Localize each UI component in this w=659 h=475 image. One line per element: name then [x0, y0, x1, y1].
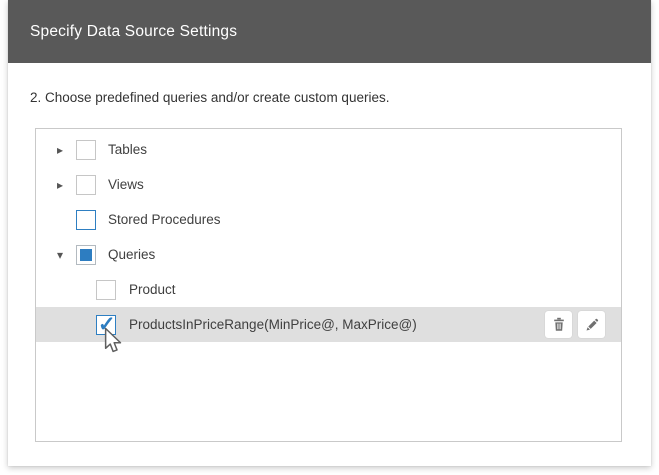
tree-row-views[interactable]: ▸ Views [36, 167, 621, 202]
checkbox[interactable] [76, 140, 96, 160]
checkbox[interactable] [96, 280, 116, 300]
tree-item-label: Tables [108, 142, 147, 157]
expander-collapsed-icon[interactable]: ▸ [50, 143, 70, 157]
tree-item-label: Stored Procedures [108, 212, 221, 227]
tree-item-label: ProductsInPriceRange(MinPrice@, MaxPrice… [129, 317, 417, 332]
tree-row-tables[interactable]: ▸ Tables [36, 132, 621, 167]
trash-icon [552, 317, 566, 332]
pencil-icon [585, 318, 599, 332]
dialog-title: Specify Data Source Settings [30, 23, 237, 41]
row-actions [545, 311, 605, 338]
screen: Specify Data Source Settings 2. Choose p… [0, 0, 659, 475]
expander-expanded-icon[interactable]: ▾ [50, 248, 70, 262]
data-source-wizard-dialog: Specify Data Source Settings 2. Choose p… [8, 0, 651, 466]
query-tree: ▸ Tables ▸ Views Stored Procedures ▾ Que… [35, 128, 622, 442]
checkbox[interactable] [76, 245, 96, 265]
tree-item-label: Views [108, 177, 144, 192]
expander-collapsed-icon[interactable]: ▸ [50, 178, 70, 192]
tree-row-product[interactable]: Product [36, 272, 621, 307]
dialog-header: Specify Data Source Settings [8, 0, 651, 63]
tree-row-queries[interactable]: ▾ Queries [36, 237, 621, 272]
tree-row-stored-procedures[interactable]: Stored Procedures [36, 202, 621, 237]
tree-item-label: Product [129, 282, 176, 297]
checkbox[interactable] [76, 175, 96, 195]
checkbox[interactable] [76, 210, 96, 230]
tree-row-productsinpricerange-minprice-maxprice[interactable]: ProductsInPriceRange(MinPrice@, MaxPrice… [36, 307, 621, 342]
delete-query-button[interactable] [545, 311, 572, 338]
step-instruction: 2. Choose predefined queries and/or crea… [30, 90, 389, 105]
tree-item-label: Queries [108, 247, 155, 262]
edit-query-button[interactable] [578, 311, 605, 338]
checkbox[interactable] [96, 315, 116, 335]
